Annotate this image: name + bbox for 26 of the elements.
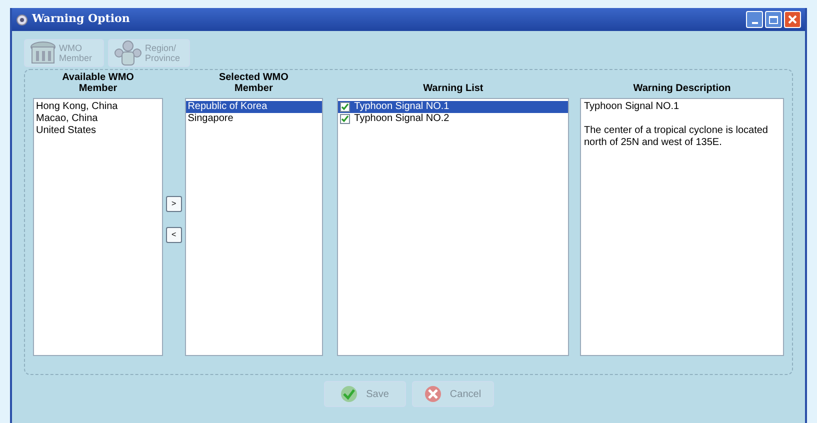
list-item[interactable]: Typhoon Signal NO.2 [338,113,568,125]
window-title: Warning Option [32,11,130,28]
column-heading: Warning List [423,83,484,94]
move-button[interactable]: < [166,227,182,243]
description-text: The center of a tropical cyclone is located north of 25N and west of 135E. [584,125,769,149]
close-button[interactable] [784,11,801,28]
close-icon [424,385,442,403]
close-icon [788,15,797,24]
list-item[interactable]: Republic of Korea [186,101,322,113]
column-heading: Warning Description [633,83,731,94]
checkmark-icon [340,385,358,403]
list-item[interactable]: Typhoon Signal NO.1 [338,101,568,113]
move-button[interactable]: > [166,196,182,212]
column-heading: Selected WMO Member [218,72,290,94]
checkbox[interactable] [340,114,350,124]
people-icon [113,39,143,67]
list-item[interactable]: Singapore [186,113,322,125]
maximize-button[interactable] [765,11,782,28]
app-icon [16,14,28,26]
column-heading: Available WMO Member [61,72,135,94]
checkbox[interactable] [340,102,350,112]
list-item[interactable]: United States [34,125,162,137]
list-item[interactable]: Macao, China [34,113,162,125]
list-item[interactable]: Hong Kong, China [34,101,162,113]
minimize-button[interactable] [746,11,763,28]
description-title: Typhoon Signal NO.1 [584,101,680,113]
